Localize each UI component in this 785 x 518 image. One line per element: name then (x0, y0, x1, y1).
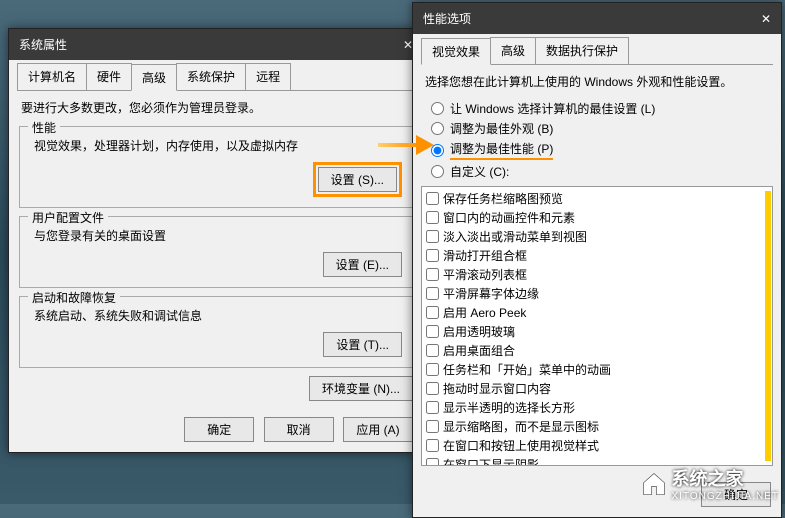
checkbox-input[interactable] (426, 458, 439, 466)
checklist-item[interactable]: 启用桌面组合 (424, 341, 770, 360)
checklist-label: 任务栏和「开始」菜单中的动画 (443, 361, 611, 378)
checkbox-input[interactable] (426, 439, 439, 452)
checklist-item[interactable]: 任务栏和「开始」菜单中的动画 (424, 360, 770, 379)
checklist-item[interactable]: 保存任务栏缩略图预览 (424, 189, 770, 208)
titlebar: 性能选项 ✕ (413, 3, 781, 34)
highlight-annotation: 设置 (S)... (313, 162, 402, 197)
radio-input[interactable] (431, 102, 444, 115)
checkbox-input[interactable] (426, 287, 439, 300)
checklist-item[interactable]: 启用透明玻璃 (424, 322, 770, 341)
checklist-item[interactable]: 滑动打开组合框 (424, 246, 770, 265)
checkbox-input[interactable] (426, 192, 439, 205)
checkbox-input[interactable] (426, 344, 439, 357)
radio-input[interactable] (431, 165, 444, 178)
tab-visual-effects[interactable]: 视觉效果 (421, 38, 491, 65)
radio-custom[interactable]: 自定义 (C): (431, 163, 773, 180)
radio-let-windows[interactable]: 让 Windows 选择计算机的最佳设置 (L) (431, 100, 773, 117)
tab-hardware[interactable]: 硬件 (86, 63, 132, 90)
checklist-label: 拖动时显示窗口内容 (443, 380, 551, 397)
checkbox-input[interactable] (426, 230, 439, 243)
system-properties-dialog: 系统属性 ✕ 计算机名 硬件 高级 系统保护 远程 要进行大多数更改，您必须作为… (8, 28, 424, 453)
checklist-item[interactable]: 在窗口和按钮上使用视觉样式 (424, 436, 770, 455)
apply-button[interactable]: 应用 (A) (343, 417, 413, 442)
checklist-item[interactable]: 淡入淡出或滑动菜单到视图 (424, 227, 770, 246)
dialog-button-row: 确定 (413, 474, 781, 517)
group-legend: 用户配置文件 (28, 209, 108, 226)
tab-advanced[interactable]: 高级 (131, 64, 177, 91)
checklist-label: 淡入淡出或滑动菜单到视图 (443, 228, 587, 245)
checklist-label: 平滑屏幕字体边缘 (443, 285, 539, 302)
group-desc: 与您登录有关的桌面设置 (34, 227, 402, 244)
visual-effects-checklist[interactable]: 保存任务栏缩略图预览窗口内的动画控件和元素淡入淡出或滑动菜单到视图滑动打开组合框… (421, 186, 773, 466)
checkbox-input[interactable] (426, 363, 439, 376)
settings-button-performance[interactable]: 设置 (S)... (318, 167, 397, 192)
group-user-profile: 用户配置文件 与您登录有关的桌面设置 设置 (E)... (19, 216, 413, 288)
checkbox-input[interactable] (426, 325, 439, 338)
tab-dep[interactable]: 数据执行保护 (535, 37, 629, 64)
checklist-label: 滑动打开组合框 (443, 247, 527, 264)
close-icon[interactable]: ✕ (761, 12, 771, 26)
dialog-title: 系统属性 (19, 36, 67, 53)
checkbox-input[interactable] (426, 420, 439, 433)
intro-text: 要进行大多数更改，您必须作为管理员登录。 (21, 99, 411, 116)
radio-input[interactable] (431, 122, 444, 135)
checklist-label: 启用桌面组合 (443, 342, 515, 359)
checklist-item[interactable]: 窗口内的动画控件和元素 (424, 208, 770, 227)
checklist-label: 保存任务栏缩略图预览 (443, 190, 563, 207)
group-startup-recovery: 启动和故障恢复 系统启动、系统失败和调试信息 设置 (T)... (19, 296, 413, 368)
checklist-item[interactable]: 显示半透明的选择长方形 (424, 398, 770, 417)
checklist-label: 在窗口下显示阴影 (443, 456, 539, 466)
checklist-label: 启用透明玻璃 (443, 323, 515, 340)
checklist-item[interactable]: 在窗口下显示阴影 (424, 455, 770, 466)
checklist-label: 在窗口和按钮上使用视觉样式 (443, 437, 599, 454)
checkbox-input[interactable] (426, 306, 439, 319)
radio-label: 让 Windows 选择计算机的最佳设置 (L) (450, 100, 655, 117)
group-desc: 视觉效果，处理器计划，内存使用，以及虚拟内存 (34, 137, 402, 154)
checklist-label: 窗口内的动画控件和元素 (443, 209, 575, 226)
radio-label: 调整为最佳外观 (B) (450, 120, 553, 137)
radio-input[interactable] (431, 144, 444, 157)
radio-label: 调整为最佳性能 (P) (450, 140, 553, 160)
tabstrip-right: 视觉效果 高级 数据执行保护 (421, 37, 773, 65)
scrollbar-indicator (765, 191, 771, 461)
radio-group: 让 Windows 选择计算机的最佳设置 (L) 调整为最佳外观 (B) 调整为… (431, 100, 773, 180)
radio-best-appearance[interactable]: 调整为最佳外观 (B) (431, 120, 773, 137)
dialog-title: 性能选项 (423, 10, 471, 27)
tabstrip-left: 计算机名 硬件 高级 系统保护 远程 (17, 63, 415, 91)
group-performance: 性能 视觉效果，处理器计划，内存使用，以及虚拟内存 设置 (S)... (19, 126, 413, 208)
checkbox-input[interactable] (426, 211, 439, 224)
titlebar: 系统属性 ✕ (9, 29, 423, 60)
radio-label: 自定义 (C): (450, 163, 509, 180)
group-legend: 性能 (28, 119, 60, 136)
radio-best-performance[interactable]: 调整为最佳性能 (P) (431, 140, 773, 160)
checklist-item[interactable]: 拖动时显示窗口内容 (424, 379, 770, 398)
ok-button[interactable]: 确定 (701, 482, 771, 507)
checkbox-input[interactable] (426, 249, 439, 262)
cancel-button[interactable]: 取消 (264, 417, 334, 442)
checklist-label: 显示缩略图，而不是显示图标 (443, 418, 599, 435)
checklist-item[interactable]: 平滑滚动列表框 (424, 265, 770, 284)
intro-text: 选择您想在此计算机上使用的 Windows 外观和性能设置。 (425, 73, 769, 90)
performance-options-dialog: 性能选项 ✕ 视觉效果 高级 数据执行保护 选择您想在此计算机上使用的 Wind… (412, 2, 782, 518)
tab-remote[interactable]: 远程 (245, 63, 291, 90)
ok-button[interactable]: 确定 (184, 417, 254, 442)
checklist-label: 启用 Aero Peek (443, 304, 526, 321)
checkbox-input[interactable] (426, 401, 439, 414)
checkbox-input[interactable] (426, 382, 439, 395)
dialog-button-row: 确定 取消 应用 (A) (9, 409, 423, 452)
tab-advanced[interactable]: 高级 (490, 37, 536, 64)
checklist-item[interactable]: 平滑屏幕字体边缘 (424, 284, 770, 303)
checklist-label: 平滑滚动列表框 (443, 266, 527, 283)
group-desc: 系统启动、系统失败和调试信息 (34, 307, 402, 324)
checklist-item[interactable]: 显示缩略图，而不是显示图标 (424, 417, 770, 436)
settings-button-startup[interactable]: 设置 (T)... (323, 332, 402, 357)
checkbox-input[interactable] (426, 268, 439, 281)
settings-button-profile[interactable]: 设置 (E)... (323, 252, 402, 277)
tab-system-protection[interactable]: 系统保护 (176, 63, 246, 90)
checklist-label: 显示半透明的选择长方形 (443, 399, 575, 416)
tab-computer-name[interactable]: 计算机名 (17, 63, 87, 90)
checklist-item[interactable]: 启用 Aero Peek (424, 303, 770, 322)
environment-variables-button[interactable]: 环境变量 (N)... (309, 376, 413, 401)
group-legend: 启动和故障恢复 (28, 289, 120, 306)
